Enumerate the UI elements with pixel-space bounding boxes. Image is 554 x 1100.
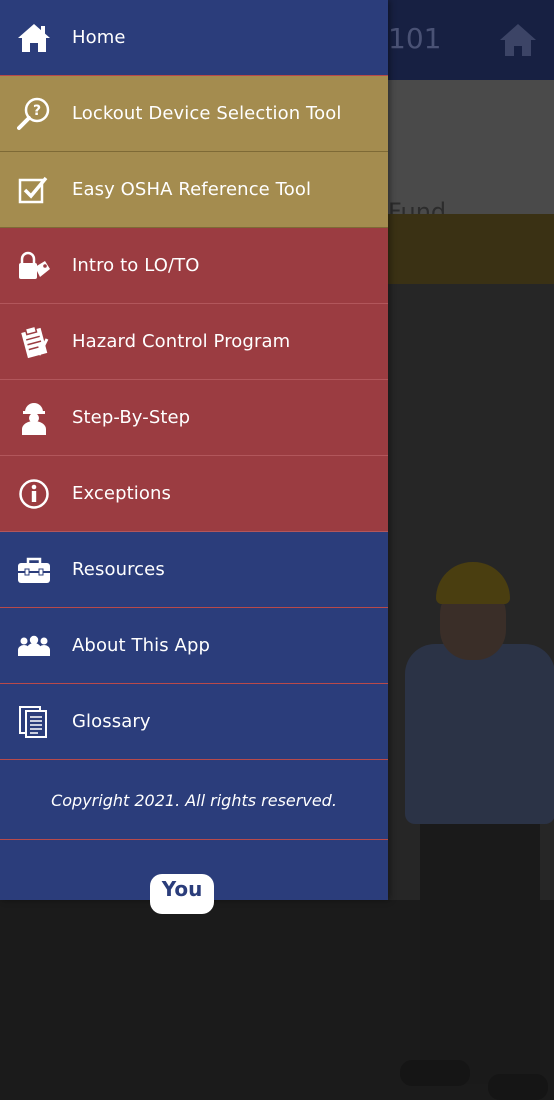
toolbox-icon [16, 552, 52, 588]
nav-item-lockout-device-selection[interactable]: ? Lockout Device Selection Tool [0, 76, 388, 152]
youtube-label: You [161, 877, 203, 901]
people-icon [16, 628, 52, 664]
info-icon [16, 476, 52, 512]
home-icon [16, 20, 52, 56]
nav-item-label: Exceptions [72, 483, 171, 504]
nav-item-exceptions[interactable]: Exceptions [0, 456, 388, 532]
nav-item-label: Resources [72, 559, 165, 580]
nav-item-home[interactable]: Home [0, 0, 388, 76]
app-header-title: 101 [388, 22, 442, 55]
nav-item-label: Intro to LO/TO [72, 255, 200, 276]
nav-item-label: Step-By-Step [72, 407, 191, 428]
worker-shoe [488, 1074, 548, 1100]
nav-item-resources[interactable]: Resources [0, 532, 388, 608]
clipboard-icon [16, 324, 52, 360]
nav-item-glossary[interactable]: Glossary [0, 684, 388, 760]
nav-item-label: Hazard Control Program [72, 331, 291, 352]
worker-body [405, 644, 554, 824]
header-home-icon[interactable] [498, 20, 538, 60]
nav-item-label: Home [72, 27, 126, 48]
nav-item-hazard-control-program[interactable]: Hazard Control Program [0, 304, 388, 380]
nav-item-label: Lockout Device Selection Tool [72, 103, 342, 124]
nav-item-easy-osha-reference[interactable]: Easy OSHA Reference Tool [0, 152, 388, 228]
youtube-button[interactable]: You [150, 874, 214, 914]
padlock-tag-icon [16, 248, 52, 284]
nav-item-step-by-step[interactable]: Step-By-Step [0, 380, 388, 456]
worker-shoe [400, 1060, 470, 1086]
copyright-text: Copyright 2021. All rights reserved. [0, 762, 388, 840]
svg-text:?: ? [33, 103, 41, 119]
nav-item-intro-loto[interactable]: Intro to LO/TO [0, 228, 388, 304]
nav-item-label: About This App [72, 635, 211, 656]
worker-icon [16, 400, 52, 436]
search-help-icon: ? [16, 96, 52, 132]
nav-item-label: Easy OSHA Reference Tool [72, 179, 312, 200]
nav-item-label: Glossary [72, 711, 151, 732]
worker-helmet [436, 562, 510, 604]
navigation-drawer: Home ? Lockout Device Selection Tool Eas… [0, 0, 388, 914]
nav-item-about-this-app[interactable]: About This App [0, 608, 388, 684]
checkbox-icon [16, 172, 52, 208]
documents-icon [16, 704, 52, 740]
worker-legs [420, 824, 540, 1084]
